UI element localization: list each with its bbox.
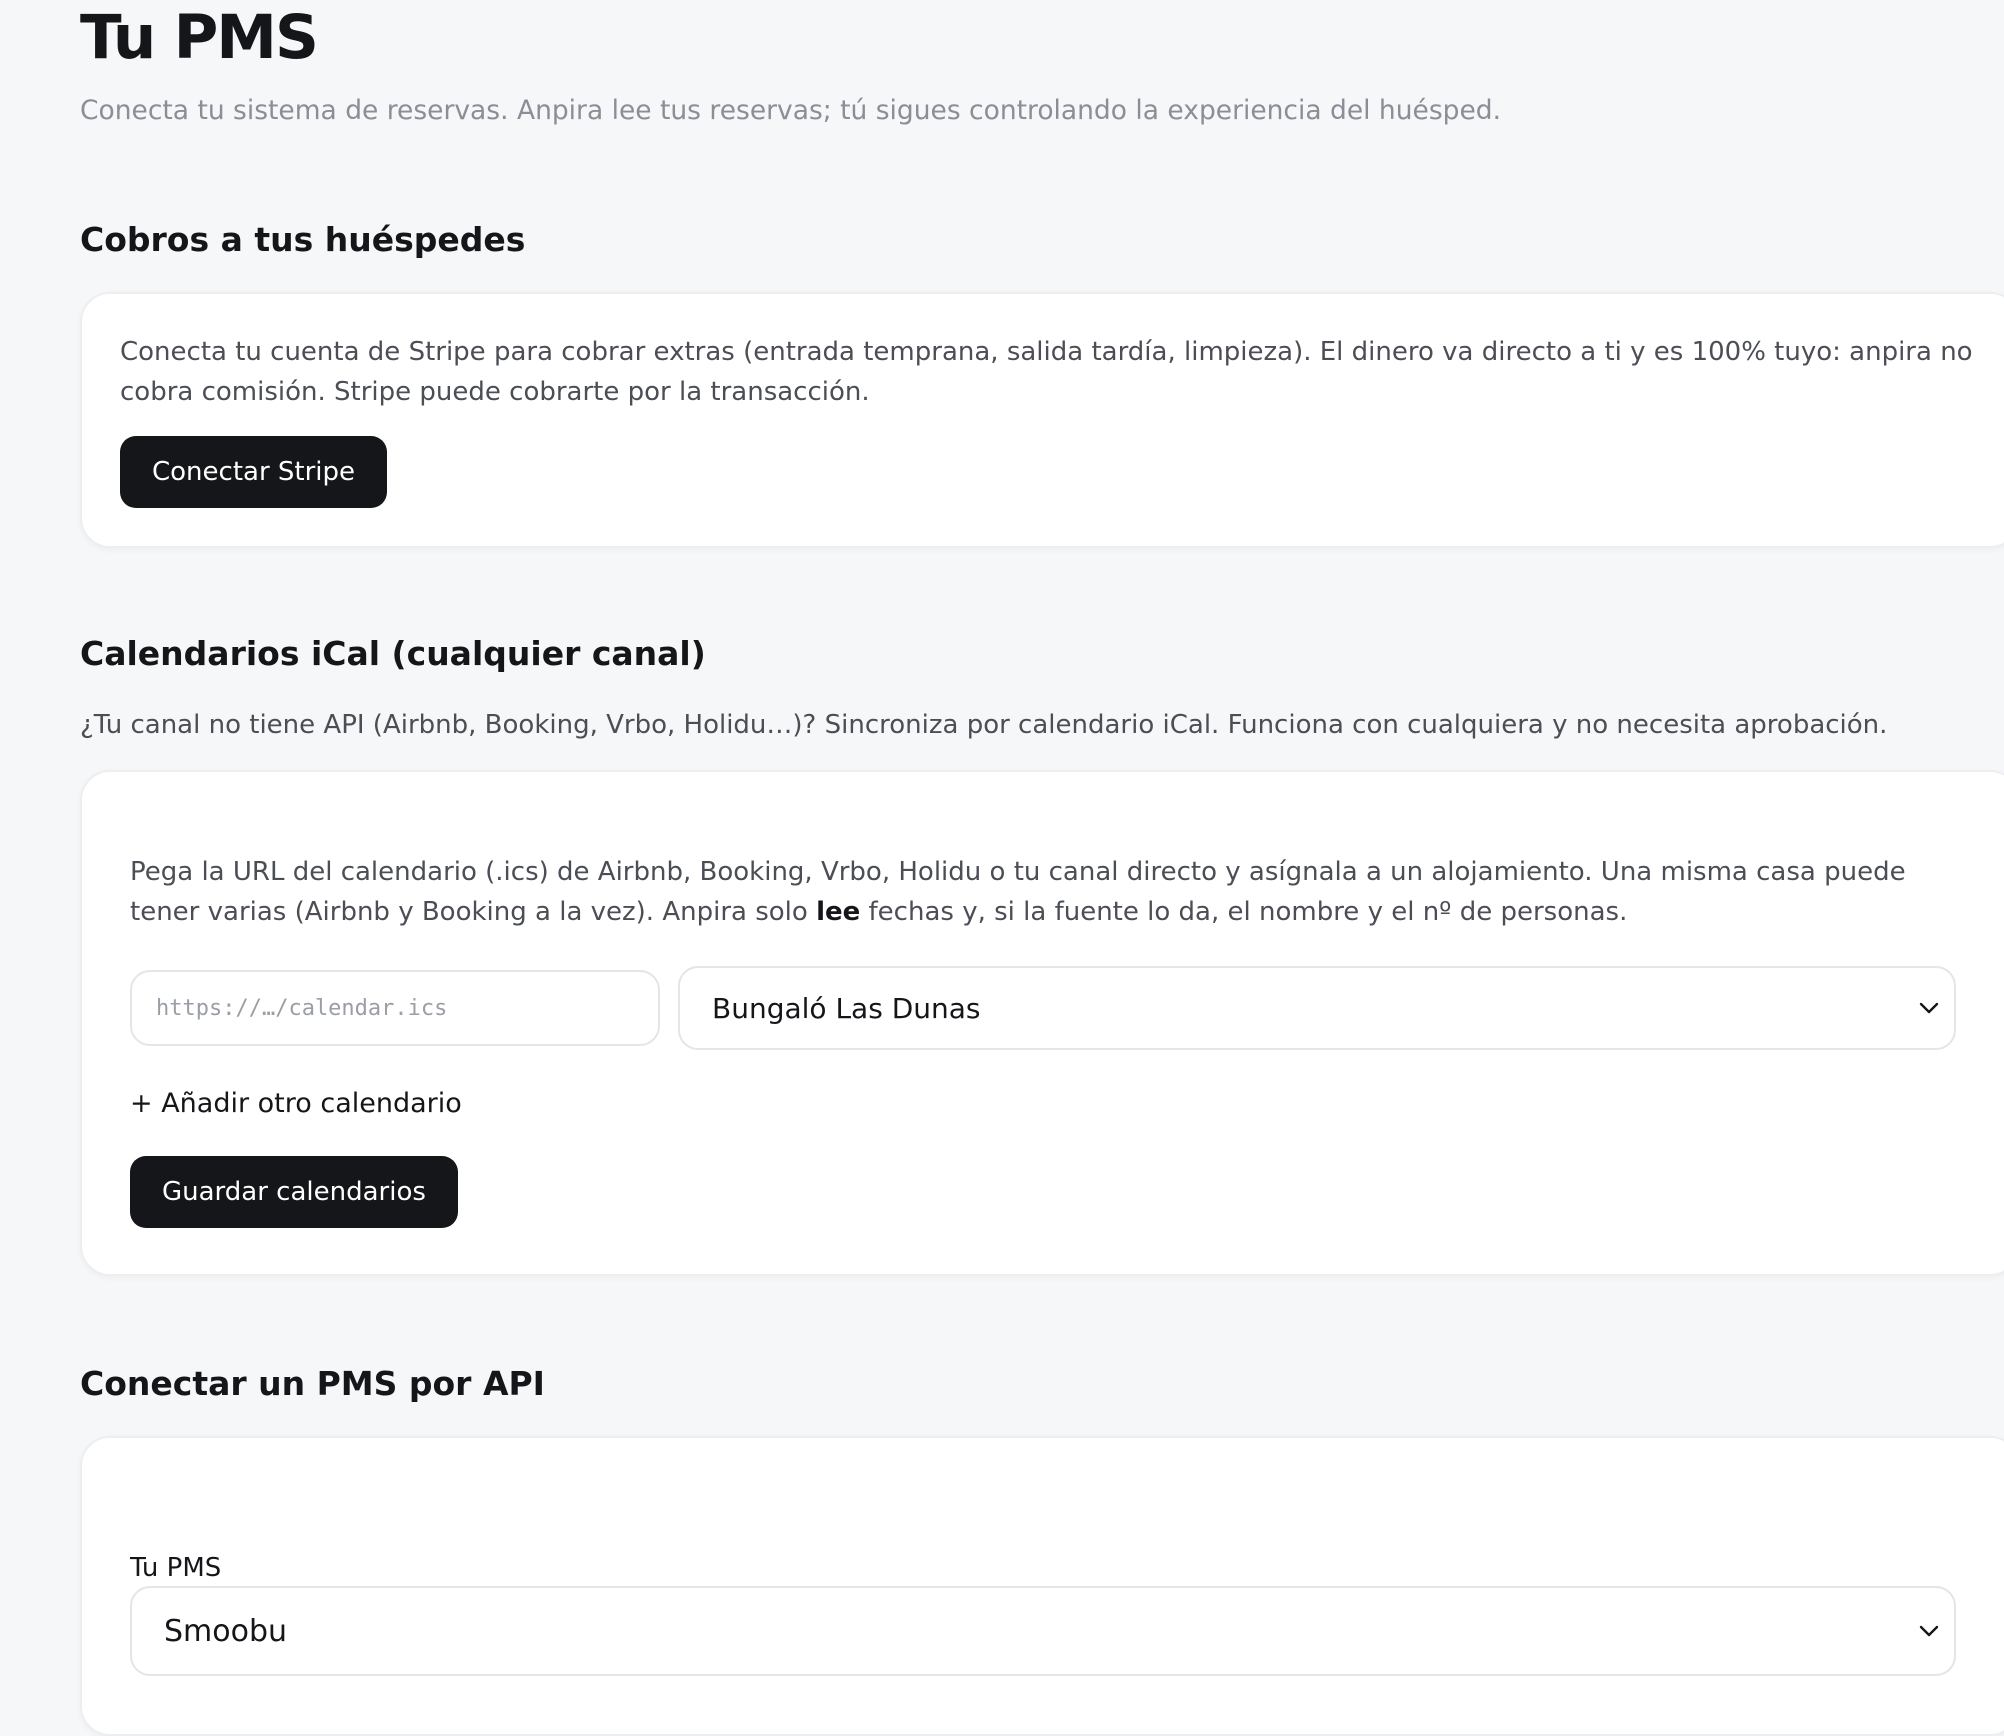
page-subtitle: Conecta tu sistema de reservas. Anpira l… [80, 95, 1501, 126]
property-select-value: Bungaló Las Dunas [712, 991, 981, 1025]
save-calendars-button[interactable]: Guardar calendarios [130, 1156, 458, 1228]
ical-instructions: Pega la URL del calendario (.ics) de Air… [130, 852, 1960, 932]
pms-select-value: Smoobu [164, 1613, 288, 1649]
pms-select[interactable]: Smoobu [130, 1586, 1956, 1676]
payments-heading: Cobros a tus huéspedes [80, 220, 526, 259]
property-select[interactable]: Bungaló Las Dunas [678, 966, 1956, 1050]
payments-description: Conecta tu cuenta de Stripe para cobrar … [120, 337, 1973, 407]
api-card: Tu PMS Smoobu [80, 1436, 2004, 1736]
ical-description: ¿Tu canal no tiene API (Airbnb, Booking,… [80, 710, 1888, 740]
page-title: Tu PMS [80, 2, 319, 73]
add-calendar-link[interactable]: + Añadir otro calendario [130, 1086, 462, 1122]
ical-card: Pega la URL del calendario (.ics) de Air… [80, 770, 2004, 1276]
ical-heading: Calendarios iCal (cualquier canal) [80, 634, 706, 673]
chevron-down-icon [1919, 1625, 1939, 1637]
pms-label: Tu PMS [130, 1553, 222, 1583]
ical-instructions-text-end: fechas y, si la fuente lo da, el nombre … [860, 897, 1628, 927]
ical-instructions-bold: lee [816, 897, 861, 927]
chevron-down-icon [1919, 1002, 1939, 1014]
api-heading: Conectar un PMS por API [80, 1364, 545, 1403]
payments-card: Conecta tu cuenta de Stripe para cobrar … [80, 292, 2004, 548]
connect-stripe-button[interactable]: Conectar Stripe [120, 436, 388, 508]
ical-url-input[interactable] [130, 970, 660, 1046]
